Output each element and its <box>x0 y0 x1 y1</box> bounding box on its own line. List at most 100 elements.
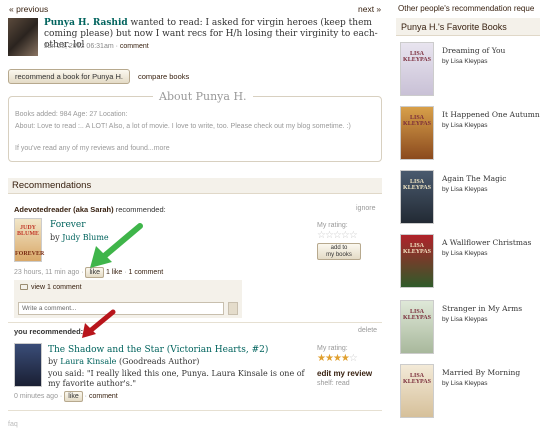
favorite-book-item[interactable]: LISA KLEYPAS It Happened One Autumn by Lis… <box>400 106 540 166</box>
rec1-star-rating[interactable]: ☆☆☆☆☆ <box>317 230 358 241</box>
update-meta: Jan 23, 2012 06:31am · comment <box>44 43 149 50</box>
favorite-book-item[interactable]: LISA KLEYPAS Dreaming of You by Lisa Kleyp… <box>400 42 540 102</box>
rec1-my-rating-label: My rating: <box>317 222 348 229</box>
favorite-book-cover-author: LISA KLEYPAS <box>403 179 431 191</box>
favorite-book-cover-author: LISA KLEYPAS <box>403 115 431 127</box>
add-btn-line2: my books <box>326 252 352 258</box>
rating-star-icon[interactable]: ★ <box>325 353 334 364</box>
favorite-book-author[interactable]: by Lisa Kleypas <box>442 186 488 193</box>
favorite-book-item[interactable]: LISA KLEYPAS A Wallflower Christmas by Lis… <box>400 234 540 294</box>
forever-cover[interactable]: JUDY BLUME FOREVER <box>14 218 45 262</box>
ignore-link[interactable]: ignore <box>356 205 375 212</box>
favorite-book-title[interactable]: Married By Morning <box>442 368 520 377</box>
shadow-star-byline: by Laura Kinsale (Goodreads Author) <box>48 357 199 366</box>
update-comment-link[interactable]: comment <box>120 43 149 50</box>
rating-star-icon[interactable]: ★ <box>317 353 326 364</box>
favorite-book-title[interactable]: Again The Magic <box>442 174 507 183</box>
favorite-book-item[interactable]: LISA KLEYPAS Again The Magic by Lisa Kleyp… <box>400 170 540 230</box>
favorite-book-cover-author: LISA KLEYPAS <box>403 309 431 321</box>
rec1-time: 23 hours, 11 min ago <box>14 269 80 276</box>
view-comment-text: view 1 comment <box>31 284 82 291</box>
rec2-star-rating[interactable]: ★★★★☆ <box>317 353 358 364</box>
about-section: About Punya H. Books added: 984 Age: 27 … <box>8 90 382 162</box>
next-link[interactable]: next » <box>358 4 381 14</box>
favorite-book-cover-author: LISA KLEYPAS <box>403 51 431 63</box>
rec2-my-rating-label: My rating: <box>317 345 348 352</box>
rating-star-icon[interactable]: ☆ <box>349 353 358 364</box>
about-bio: About: Love to read :.. A LOT! Also, a l… <box>15 123 351 130</box>
add-to-my-books-button[interactable]: add to my books <box>317 243 361 260</box>
compare-books-link[interactable]: compare books <box>138 72 189 81</box>
rec-divider <box>8 322 382 323</box>
shadow-star-cover[interactable] <box>14 343 42 387</box>
view-comment-link[interactable]: view 1 comment <box>20 284 82 291</box>
favorite-book-cover-author: LISA KLEYPAS <box>403 373 431 385</box>
favorite-book-author[interactable]: by Lisa Kleypas <box>442 380 488 387</box>
favorite-book-cover[interactable]: LISA KLEYPAS <box>400 42 434 96</box>
rec2-time: 0 minutes ago <box>14 393 58 400</box>
about-more[interactable]: If you've read any of my reviews and fou… <box>15 145 170 152</box>
comment-area: view 1 comment Write a comment... <box>14 280 242 318</box>
shelf-status: shelf: read <box>317 380 350 387</box>
previous-link[interactable]: « previous <box>9 4 48 14</box>
rec1-from-user[interactable]: Adevotedreader (aka Sarah) <box>14 205 114 214</box>
rec2-like-button[interactable]: like <box>64 391 83 402</box>
favorite-book-item[interactable]: LISA KLEYPAS Stranger in My Arms by Lisa K… <box>400 300 540 360</box>
forever-title-link[interactable]: Forever <box>50 220 86 230</box>
green-arrow-icon <box>90 223 143 268</box>
rec1-like-count[interactable]: 1 like <box>106 269 122 276</box>
user-name-link[interactable]: Punya H. Rashid <box>44 18 128 28</box>
favorite-book-title[interactable]: It Happened One Autumn <box>442 110 540 119</box>
recommend-book-button[interactable]: recommend a book for Punya H. <box>8 69 130 84</box>
goodreads-author-note: (Goodreads Author) <box>118 357 200 366</box>
favorite-book-author[interactable]: by Lisa Kleypas <box>442 122 488 129</box>
favorite-book-title[interactable]: Stranger in My Arms <box>442 304 522 313</box>
rec1-comment-count[interactable]: 1 comment <box>129 269 164 276</box>
about-title: About Punya H. <box>153 90 253 103</box>
favorite-book-item[interactable]: LISA KLEYPAS Married By Morning by Lisa Kl… <box>400 364 540 424</box>
user-avatar[interactable] <box>8 18 38 56</box>
favorite-book-cover[interactable]: LISA KLEYPAS <box>400 106 434 160</box>
rec1-from: Adevotedreader (aka Sarah) recommended: <box>14 205 166 214</box>
favorite-book-cover[interactable]: LISA KLEYPAS <box>400 300 434 354</box>
favorite-book-author[interactable]: by Lisa Kleypas <box>442 58 488 65</box>
favorite-book-title[interactable]: Dreaming of You <box>442 46 505 55</box>
about-stats: Books added: 984 Age: 27 Location: <box>15 111 128 118</box>
rec2-comment-link[interactable]: comment <box>89 393 118 400</box>
you-recommended-label: you recommended: <box>14 327 84 336</box>
update-item: Punya H. Rashid wanted to read: I asked … <box>8 18 386 58</box>
favorite-book-cover[interactable]: LISA KLEYPAS <box>400 234 434 288</box>
favorite-book-title[interactable]: A Wallflower Christmas <box>442 238 531 247</box>
favorite-book-author[interactable]: by Lisa Kleypas <box>442 316 488 323</box>
bottom-divider <box>8 410 382 411</box>
footer-link[interactable]: faq <box>8 421 18 428</box>
add-btn-line1: add to <box>330 245 348 251</box>
red-arrow-icon <box>82 309 116 338</box>
update-time: Jan 23, 2012 06:31am <box>44 43 114 50</box>
rec1-from-suffix: recommended: <box>113 205 166 214</box>
rating-star-icon[interactable]: ★ <box>333 353 342 364</box>
comment-input[interactable]: Write a comment... <box>18 302 224 315</box>
recommendations-header: Recommendations <box>8 178 382 194</box>
shadow-star-by: by <box>48 357 58 366</box>
forever-by: by <box>50 233 60 242</box>
other-requests-link[interactable]: Other people's recommendation reque <box>398 4 534 13</box>
favorite-books-header: Punya H.'s Favorite Books <box>396 18 540 36</box>
favorite-book-author[interactable]: by Lisa Kleypas <box>442 250 488 257</box>
favorite-book-cover[interactable]: LISA KLEYPAS <box>400 170 434 224</box>
forever-cover-title: FOREVER <box>15 251 45 257</box>
rec2-meta: 0 minutes ago · like · comment <box>14 391 118 402</box>
edit-review-link[interactable]: edit my review <box>317 369 372 378</box>
favorite-book-cover[interactable]: LISA KLEYPAS <box>400 364 434 418</box>
sidebar: Other people's recommendation reque Puny… <box>396 0 540 430</box>
favorite-book-cover-author: LISA KLEYPAS <box>403 243 431 255</box>
delete-link[interactable]: delete <box>358 327 377 334</box>
shadow-star-author-link[interactable]: Laura Kinsale <box>60 357 116 366</box>
rating-star-icon[interactable]: ★ <box>341 353 350 364</box>
main-column: « previous next » Punya H. Rashid wanted… <box>0 0 392 430</box>
forever-cover-author: JUDY BLUME <box>16 225 39 237</box>
comment-bubble-icon <box>20 284 28 291</box>
shadow-star-title-link[interactable]: The Shadow and the Star (Victorian Heart… <box>48 345 268 355</box>
comment-scroll-handle[interactable] <box>228 302 238 315</box>
rec2-said-text: you said: "I really liked this one, Puny… <box>48 369 305 388</box>
